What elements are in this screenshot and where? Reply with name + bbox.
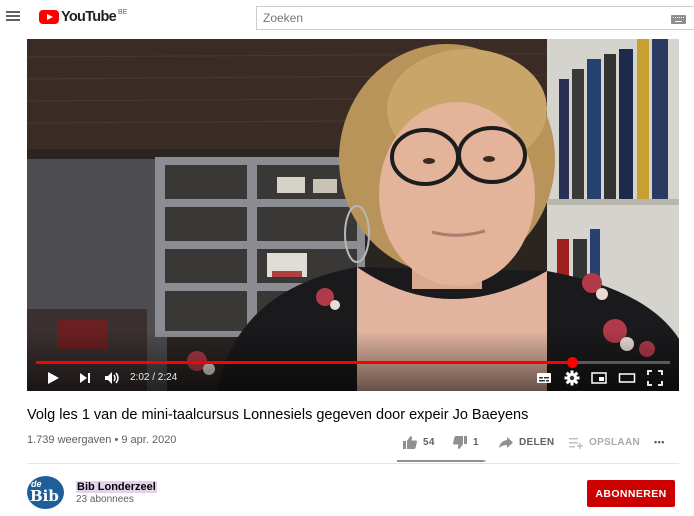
theater-mode-icon[interactable] [618, 369, 636, 387]
play-icon[interactable] [45, 369, 61, 387]
sentiment-like-fill [397, 460, 485, 462]
next-icon[interactable] [77, 369, 93, 387]
keyboard-icon[interactable] [671, 15, 686, 24]
thumbs-down-icon [453, 435, 467, 449]
channel-avatar[interactable]: de Bib [27, 476, 64, 509]
share-label: DELEN [519, 436, 555, 448]
meta-separator: • [111, 434, 122, 446]
video-player[interactable]: 2:02 / 2:24 [27, 39, 679, 391]
share-arrow-icon [499, 436, 513, 448]
sentiment-bar [397, 460, 486, 462]
search-input[interactable]: Zoeken [256, 6, 694, 30]
like-count: 54 [423, 436, 435, 448]
upload-date: 9 apr. 2020 [121, 434, 177, 446]
more-actions-button[interactable]: ••• [654, 433, 665, 451]
more-actions-icon: ••• [654, 437, 665, 447]
masthead: YouTube BE Zoeken [0, 0, 694, 36]
time-display: 2:02 / 2:24 [130, 372, 178, 383]
progress-fill [36, 361, 573, 364]
miniplayer-icon[interactable] [590, 369, 608, 387]
channel-name[interactable]: Bib Londerzeel [76, 481, 157, 493]
playlist-add-icon [569, 437, 583, 449]
dislike-count: 1 [473, 436, 479, 448]
logo-region: BE [117, 9, 128, 16]
view-count: 1.739 weergaven [27, 434, 112, 446]
volume-icon[interactable] [103, 369, 121, 387]
save-label: OPSLAAN [589, 436, 640, 448]
thumbs-up-icon [403, 435, 417, 449]
video-title: Volg les 1 van de mini-taalcursus Lonnes… [27, 407, 529, 423]
fullscreen-icon[interactable] [646, 369, 664, 387]
video-meta: 1.739 weergaven • 9 apr. 2020 [27, 434, 176, 446]
info-divider [27, 463, 679, 464]
dislike-button[interactable]: 1 [452, 433, 479, 451]
share-button[interactable]: DELEN [498, 433, 554, 451]
settings-gear-icon[interactable] [563, 369, 581, 387]
subscriber-count: 23 abonnees [76, 494, 134, 505]
subscribe-button[interactable]: ABONNEREN [587, 480, 675, 507]
logo-text: YouTube [61, 9, 117, 25]
save-button[interactable]: OPSLAAN [568, 433, 640, 451]
avatar-text-large: Bib [30, 487, 59, 505]
hamburger-menu-icon[interactable] [4, 9, 22, 25]
subtitles-icon[interactable] [535, 369, 553, 387]
youtube-play-logo-icon [39, 10, 59, 24]
like-button[interactable]: 54 [402, 433, 435, 451]
youtube-logo[interactable]: YouTube BE [39, 9, 127, 27]
search-placeholder: Zoeken [263, 11, 304, 25]
